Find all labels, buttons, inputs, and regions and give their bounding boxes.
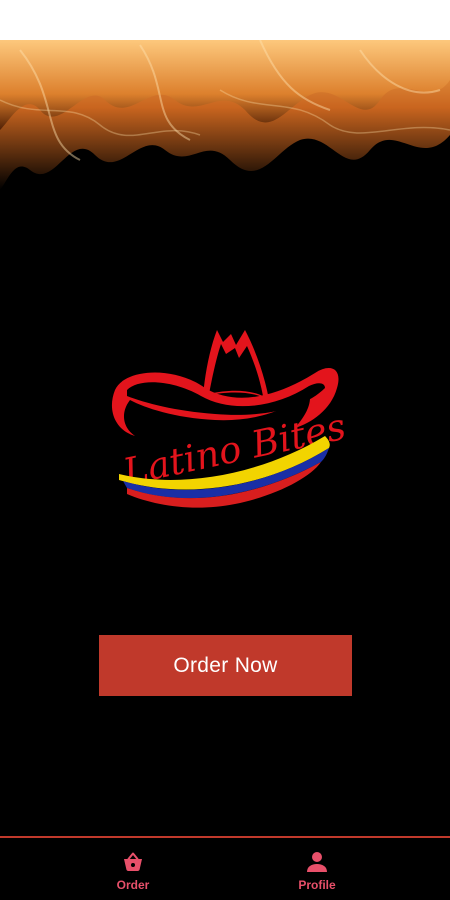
shopping-basket-icon [124, 852, 142, 871]
nav-item-order-label: Order [116, 878, 150, 892]
latino-bites-logo: Latino Bites [105, 318, 345, 518]
nav-item-profile[interactable]: Profile [257, 850, 377, 898]
status-bar [0, 0, 450, 40]
nav-item-order[interactable]: Order [73, 850, 193, 898]
flames-header-image [0, 40, 450, 200]
bottom-navigation: Order Profile [0, 836, 450, 900]
nav-item-profile-label: Profile [298, 878, 336, 892]
order-now-button[interactable]: Order Now [99, 635, 352, 696]
user-icon [307, 852, 327, 872]
